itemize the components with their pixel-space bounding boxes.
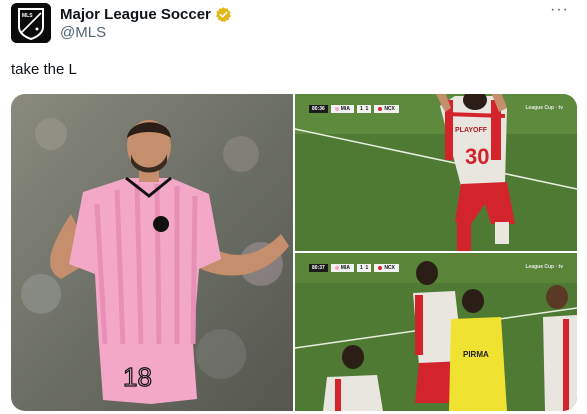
home-team-label: MIA <box>340 106 350 112</box>
svg-text:18: 18 <box>123 362 152 392</box>
home-team-color-icon <box>334 266 339 270</box>
match-clock: 80:36 <box>309 105 328 113</box>
scorebug: 80:36 MIA 1 1 NCX <box>309 105 399 113</box>
home-score: 1 <box>359 106 363 112</box>
author-handle[interactable]: @MLS <box>60 24 106 41</box>
player-shrug-photo[interactable]: 18 <box>11 94 293 411</box>
svg-text:30: 30 <box>465 144 489 169</box>
home-team: MIA <box>330 264 354 272</box>
tweet-text: take the L <box>11 61 77 78</box>
scorebug: 80:37 MIA 1 1 NCX <box>309 264 399 272</box>
away-team: NCX <box>374 105 399 113</box>
player-celebration-photo[interactable]: PLAYOFF 30 80:36 MIA 1 1 NCX League Cup … <box>295 94 577 251</box>
home-team-color-icon <box>334 107 339 111</box>
scoreline: 1 1 <box>356 264 372 272</box>
away-team-label: NCX <box>384 106 395 112</box>
match-clock: 80:37 <box>309 264 328 272</box>
broadcaster-logo: League Cup · tv <box>525 105 563 111</box>
away-score: 1 <box>365 106 369 112</box>
svg-text:MLS: MLS <box>22 13 33 19</box>
media-grid: 18 PLAYOFF 30 80:36 MIA 1 1 NCX League C… <box>11 94 577 411</box>
scoreline: 1 1 <box>356 105 372 113</box>
away-team-color-icon <box>378 107 383 111</box>
away-team-color-icon <box>378 266 383 270</box>
away-score: 1 <box>365 265 369 271</box>
away-team-label: NCX <box>384 265 395 271</box>
svg-text:PLAYOFF: PLAYOFF <box>455 127 488 134</box>
author-name[interactable]: Major League Soccer <box>60 6 211 23</box>
avatar[interactable]: MLS <box>11 3 51 43</box>
mls-logo-icon: MLS <box>11 3 51 43</box>
broadcaster-logo: League Cup · tv <box>525 264 563 270</box>
more-options-icon[interactable]: ··· <box>550 2 569 18</box>
home-score: 1 <box>359 265 363 271</box>
verified-badge-icon <box>215 6 231 22</box>
players-group-photo[interactable]: PIRMA 80:37 MIA 1 1 NCX League Cup · tv <box>295 253 577 411</box>
home-team: MIA <box>330 105 354 113</box>
home-team-label: MIA <box>340 265 350 271</box>
svg-text:PIRMA: PIRMA <box>463 350 489 359</box>
away-team: NCX <box>374 264 399 272</box>
